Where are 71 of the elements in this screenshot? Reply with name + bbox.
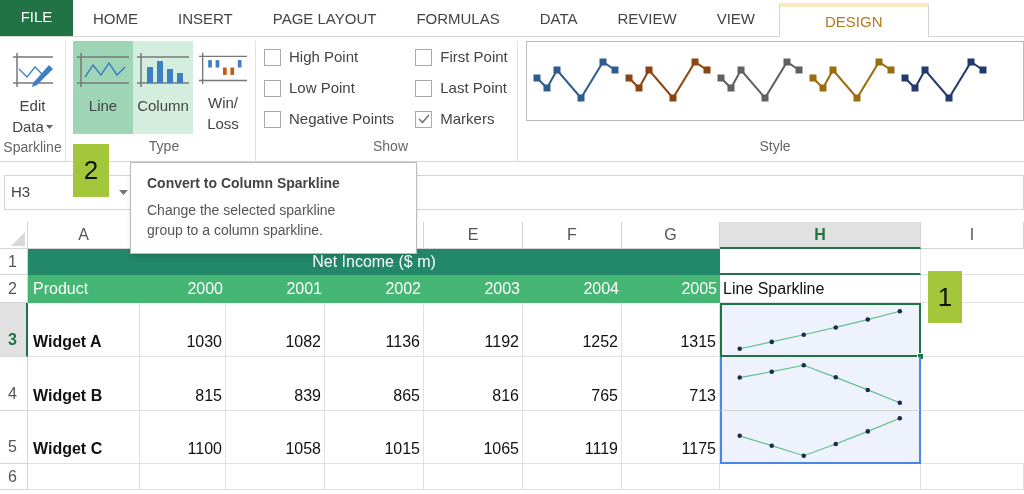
tooltip-text: Change the selected sparkline group to a column sparkline. xyxy=(147,201,337,240)
column-header[interactable]: H xyxy=(720,222,921,249)
sparkline-type-button[interactable]: Win/ Loss xyxy=(193,41,253,134)
ribbon-tab[interactable]: REVIEW xyxy=(597,2,697,36)
table-cell: 1065 xyxy=(424,411,523,464)
table-cell: 1015 xyxy=(325,411,424,464)
group-label: Sparkline xyxy=(3,138,62,157)
show-checkbox[interactable]: Last Point xyxy=(415,77,517,99)
header-cell: 2002 xyxy=(325,275,424,303)
table-cell: 1252 xyxy=(523,303,622,357)
caret-icon xyxy=(45,124,53,129)
table-cell: 1082 xyxy=(226,303,325,357)
header-cell: Product xyxy=(28,275,140,303)
tooltip-title: Convert to Column Sparkline xyxy=(147,174,341,193)
table-cell: 865 xyxy=(325,357,424,411)
checkbox[interactable] xyxy=(264,110,281,128)
checkbox[interactable] xyxy=(415,48,433,66)
table-cell: 1119 xyxy=(523,411,622,464)
show-checkbox[interactable]: Negative Points xyxy=(264,108,404,130)
row-number[interactable]: 3 xyxy=(0,303,28,357)
dropdown-arrow-icon xyxy=(119,190,128,195)
sparkline-type-button[interactable]: Column xyxy=(133,41,193,134)
table-cell: Widget C xyxy=(28,411,140,464)
checkbox[interactable] xyxy=(415,110,433,128)
group-label: Style xyxy=(759,137,791,156)
ribbon-tab[interactable]: FORMULAS xyxy=(396,2,520,36)
ribbon-tab[interactable]: DATA xyxy=(519,2,598,36)
row-number[interactable]: 5 xyxy=(0,411,28,464)
table-cell: 815 xyxy=(140,357,226,411)
ribbon-tab[interactable]: HOME xyxy=(73,2,158,36)
edit-data-button[interactable]: Edit Data xyxy=(10,41,55,137)
group-label: Show xyxy=(373,137,408,156)
table-cell: 1192 xyxy=(424,303,523,357)
table-cell: 1136 xyxy=(325,303,424,357)
show-checkbox[interactable]: High Point xyxy=(264,46,404,68)
check-icon xyxy=(417,114,430,124)
show-checkbox[interactable]: First Point xyxy=(415,46,517,68)
file-tab[interactable]: FILE xyxy=(0,0,73,36)
header-cell: 2001 xyxy=(226,275,325,303)
table-cell: 816 xyxy=(424,357,523,411)
ribbon-tab[interactable]: DESIGN xyxy=(779,3,929,37)
callout-badge: 1 xyxy=(928,271,962,323)
ribbon-tab[interactable]: PAGE LAYOUT xyxy=(252,2,397,36)
header-cell: 2000 xyxy=(140,275,226,303)
ribbon-tab[interactable]: INSERT xyxy=(158,2,253,36)
column-header[interactable]: E xyxy=(424,222,523,249)
group-label: Type xyxy=(148,137,180,156)
row-number[interactable]: 4 xyxy=(0,357,28,411)
show-checkbox[interactable]: Markers xyxy=(415,108,517,130)
ribbon-tab[interactable]: VIEW xyxy=(696,2,776,36)
column-header[interactable]: I xyxy=(921,222,1024,249)
callout-badge: 2 xyxy=(73,144,109,197)
checkbox[interactable] xyxy=(264,48,281,66)
table-cell: 1058 xyxy=(226,411,325,464)
checkbox[interactable] xyxy=(415,79,433,97)
header-cell: 2005 xyxy=(622,275,720,303)
checkbox[interactable] xyxy=(264,79,281,97)
table-cell: Widget A xyxy=(28,303,140,357)
sparkline-type-button[interactable]: Line xyxy=(73,41,133,134)
column-header[interactable]: G xyxy=(622,222,720,249)
table-cell: 765 xyxy=(523,357,622,411)
table-cell: 839 xyxy=(226,357,325,411)
header-cell: 2004 xyxy=(523,275,622,303)
column-header[interactable]: F xyxy=(523,222,622,249)
show-checkbox[interactable]: Low Point xyxy=(264,77,404,99)
table-cell: 1100 xyxy=(140,411,226,464)
table-cell: Widget B xyxy=(28,357,140,411)
table-cell: 1030 xyxy=(140,303,226,357)
header-cell: 2003 xyxy=(424,275,523,303)
row-number[interactable]: 6 xyxy=(0,464,28,490)
title-cell: Net Income ($ m) xyxy=(28,249,720,275)
